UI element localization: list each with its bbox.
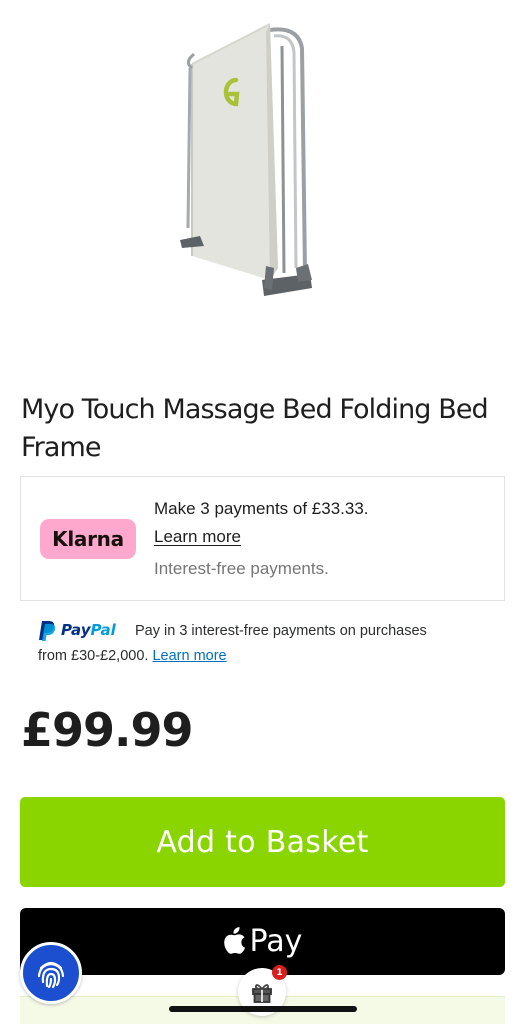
paypal-logo-pay: Pay [61,621,91,639]
paypal-text-range: from £30-£2,000. [38,648,149,664]
klarna-learn-more-link[interactable]: Learn more [154,527,241,547]
klarna-promo: Klarna Make 3 payments of £33.33. Learn … [20,476,505,601]
paypal-learn-more-link[interactable]: Learn more [152,648,226,664]
paypal-icon [39,620,56,641]
gift-notification-badge: 1 [272,965,287,980]
home-indicator [169,1006,357,1012]
paypal-logo-pal: Pal [90,621,116,639]
apple-pay-label: Pay [249,924,303,959]
add-to-basket-button[interactable]: Add to Basket [20,797,505,887]
paypal-logo: PayPal [38,619,116,641]
gift-icon [252,984,272,1003]
klarna-installment-text: Make 3 payments of £33.33. [154,499,369,518]
fingerprint-icon [37,961,65,989]
paypal-text-line2: from £30-£2,000. Learn more [38,648,227,664]
product-image [170,18,330,308]
apple-pay-button[interactable]: Pay [20,908,505,975]
klarna-logo: Klarna [40,519,136,559]
fingerprint-button[interactable] [20,942,82,1004]
paypal-text-line1: Pay in 3 interest-free payments on purch… [135,623,427,639]
product-title: Myo Touch Massage Bed Folding Bed Frame [21,394,489,463]
paypal-promo: PayPal Pay in 3 interest-free payments o… [38,619,498,669]
product-price: £99.99 [21,703,194,757]
klarna-interest-free-text: Interest-free payments. [154,559,329,578]
apple-icon [223,926,245,954]
